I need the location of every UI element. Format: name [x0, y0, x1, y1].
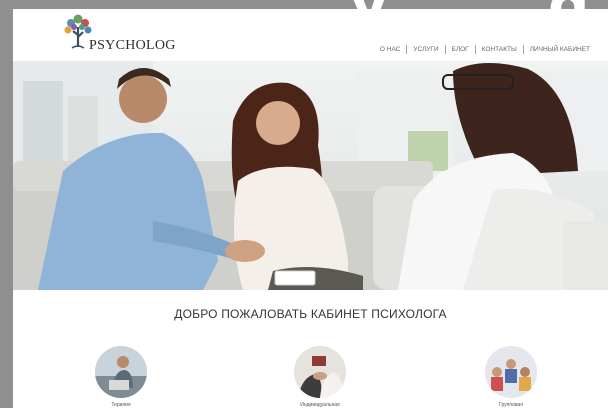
website-page: PSYCHOLOG О НАС УСЛУГИ БЛОГ КОНТАКТЫ ЛИЧ… [13, 9, 608, 408]
nav-item-account[interactable]: ЛИЧНЫЙ КАБИНЕТ [522, 44, 596, 54]
group-service-image[interactable] [485, 346, 537, 398]
welcome-heading: ДОБРО ПОЖАЛОВАТЬ КАБИНЕТ ПСИХОЛОГА [174, 307, 447, 321]
service-label: Индивидуальная [300, 402, 340, 408]
nav-item-services[interactable]: УСЛУГИ [406, 44, 444, 54]
therapy-service-image[interactable] [95, 346, 147, 398]
site-header: PSYCHOLOG О НАС УСЛУГИ БЛОГ КОНТАКТЫ ЛИЧ… [13, 9, 608, 61]
brand-name: PSYCHOLOG [89, 38, 176, 53]
logo[interactable]: PSYCHOLOG [61, 13, 176, 57]
nav-item-contacts[interactable]: КОНТАКТЫ [474, 44, 523, 54]
hero-image [13, 61, 608, 290]
main-nav: О НАС УСЛУГИ БЛОГ КОНТАКТЫ ЛИЧНЫЙ КАБИНЕ… [374, 43, 596, 55]
individual-service-image[interactable] [294, 346, 346, 398]
nav-item-about[interactable]: О НАС [374, 45, 406, 54]
nav-item-blog[interactable]: БЛОГ [444, 44, 475, 54]
service-card: Индивидуальная [285, 346, 355, 408]
service-label: Групповая [499, 402, 523, 408]
service-card: Терапия [86, 346, 156, 408]
service-label: Терапия [111, 402, 131, 408]
service-card: Групповая [476, 346, 546, 408]
